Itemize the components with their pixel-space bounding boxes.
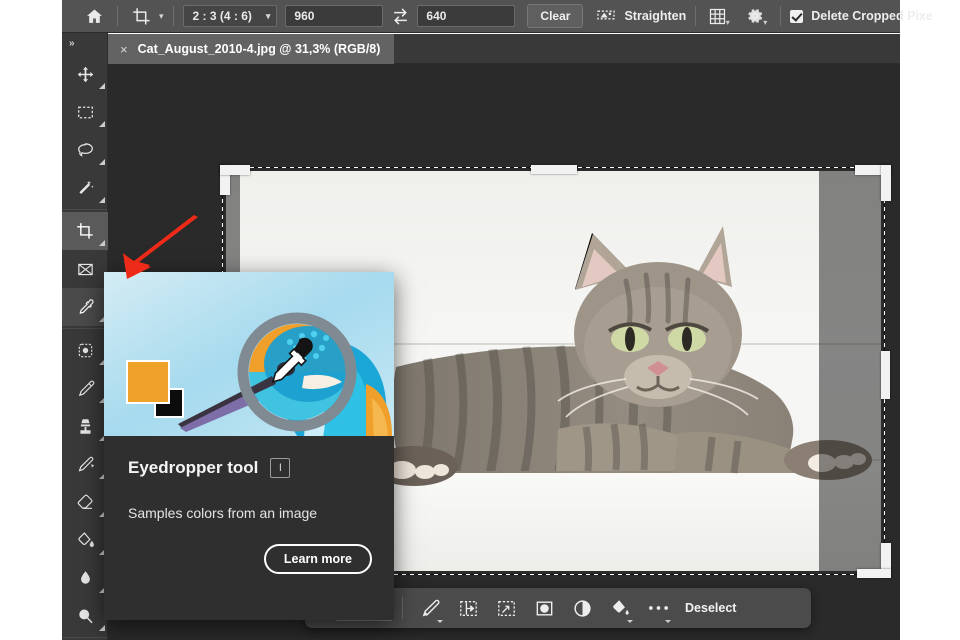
sidebar-item-blur-tool[interactable]: [62, 559, 108, 597]
sidebar-item-move-tool[interactable]: [62, 55, 108, 93]
flyout-triangle: [99, 121, 105, 127]
crop-handle-right-top[interactable]: [881, 165, 891, 201]
home-icon[interactable]: [80, 4, 108, 28]
crop-tool-icon: [127, 4, 155, 28]
sidebar-item-lasso-tool[interactable]: [62, 131, 108, 169]
crop-overlay-grid-icon[interactable]: ▾: [705, 4, 733, 28]
foreground-color-swatch: [126, 360, 170, 404]
sidebar-item-eraser-tool[interactable]: [62, 483, 108, 521]
swap-dimensions-icon[interactable]: [383, 7, 417, 26]
crop-handle-bottom-right-h[interactable]: [857, 569, 891, 578]
deselect-button[interactable]: Deselect: [685, 601, 736, 615]
transform-selection-icon[interactable]: [449, 593, 487, 623]
divider: [695, 6, 697, 26]
crop-handle-top-left-h[interactable]: [220, 165, 250, 175]
learn-more-button[interactable]: Learn more: [263, 544, 372, 574]
sidebar-item-clone-stamp-tool[interactable]: [62, 407, 108, 445]
delete-cropped-pixels-option[interactable]: Delete Cropped Pixe: [790, 9, 933, 23]
sidebar-item-dodge-tool[interactable]: [62, 597, 108, 635]
straighten-icon: [595, 6, 617, 27]
tool-options-bar: ▾ 2 : 3 (4 : 6) ▾ 960 640 Clear Straight…: [62, 0, 933, 33]
sidebar-item-eyedropper-tool[interactable]: [62, 288, 108, 326]
gear-icon[interactable]: ▾: [743, 4, 771, 28]
crop-width-input[interactable]: 960: [285, 5, 384, 27]
sidebar-item-spot-healing-brush-tool[interactable]: [62, 331, 108, 369]
tools-panel: »: [62, 33, 108, 640]
divider: [172, 6, 174, 26]
flyout-triangle: [99, 159, 105, 165]
flyout-triangle: [99, 83, 105, 89]
flyout-triangle[interactable]: [437, 620, 444, 623]
tooltip-body: Eyedropper tool I Samples colors from an…: [104, 436, 394, 521]
adjustment-layer-icon[interactable]: [563, 593, 601, 623]
divider: [117, 6, 118, 26]
document-tab-title: Cat_August_2010-4.jpg @ 31,3% (RGB/8): [137, 42, 381, 56]
crop-height-value: 640: [426, 9, 447, 23]
straighten-label: Straighten: [624, 9, 687, 23]
fill-bucket-icon[interactable]: [601, 593, 639, 623]
red-pointer-arrow: [123, 215, 198, 279]
photoshop-window: ▾ 2 : 3 (4 : 6) ▾ 960 640 Clear Straight…: [0, 0, 960, 640]
color-swatches: [126, 360, 188, 418]
crop-ratio-value: 2 : 3 (4 : 6): [192, 9, 252, 23]
chevron-down-icon[interactable]: ▾: [159, 11, 164, 21]
crop-height-input[interactable]: 640: [417, 5, 516, 27]
tooltip-media: [104, 272, 394, 436]
crop-width-value: 960: [294, 9, 315, 23]
clear-button[interactable]: Clear: [527, 4, 584, 28]
sidebar-item-history-brush-tool[interactable]: [62, 445, 108, 483]
divider: [402, 597, 404, 619]
refine-brush-icon[interactable]: [411, 593, 449, 623]
active-tool-chip[interactable]: ▾: [127, 4, 164, 28]
tooltip-title-row: Eyedropper tool I: [128, 458, 370, 478]
tooltip-title: Eyedropper tool: [128, 458, 259, 477]
crop-handle-top-center[interactable]: [531, 165, 577, 174]
sidebar-item-brush-tool[interactable]: [62, 369, 108, 407]
crop-ratio-select[interactable]: 2 : 3 (4 : 6) ▾: [182, 5, 278, 27]
delete-cropped-pixels-label: Delete Cropped Pixe: [811, 9, 933, 23]
straighten-button[interactable]: Straighten: [595, 6, 686, 27]
sidebar-item-magic-wand-tool[interactable]: [62, 169, 108, 207]
tool-group-selection: [62, 53, 107, 210]
document-tab[interactable]: × Cat_August_2010-4.jpg @ 31,3% (RGB/8): [108, 34, 395, 64]
tooltip-description: Samples colors from an image: [128, 505, 318, 521]
flyout-triangle: [99, 625, 105, 631]
eyedropper-tooltip-popup: Eyedropper tool I Samples colors from an…: [104, 272, 394, 620]
close-icon[interactable]: ×: [120, 43, 128, 56]
chevron-down-icon: ▾: [265, 10, 271, 21]
expand-toolbar-icon[interactable]: »: [62, 33, 107, 53]
sidebar-item-gradient-tool[interactable]: [62, 521, 108, 559]
flyout-triangle: [99, 197, 105, 203]
delete-cropped-pixels-checkbox[interactable]: [790, 9, 804, 23]
add-layer-mask-icon[interactable]: [525, 593, 563, 623]
modify-selection-icon[interactable]: [487, 593, 525, 623]
flyout-triangle[interactable]: [627, 620, 634, 623]
document-tab-bar: × Cat_August_2010-4.jpg @ 31,3% (RGB/8): [108, 34, 900, 64]
divider: [780, 6, 782, 26]
tool-group-retouch: [62, 329, 107, 638]
sidebar-item-marquee-tool[interactable]: [62, 93, 108, 131]
crop-handle-right-middle[interactable]: [881, 351, 890, 399]
ellipsis-icon[interactable]: [639, 593, 677, 623]
tooltip-shortcut-key: I: [270, 458, 291, 478]
flyout-triangle[interactable]: [665, 620, 672, 623]
